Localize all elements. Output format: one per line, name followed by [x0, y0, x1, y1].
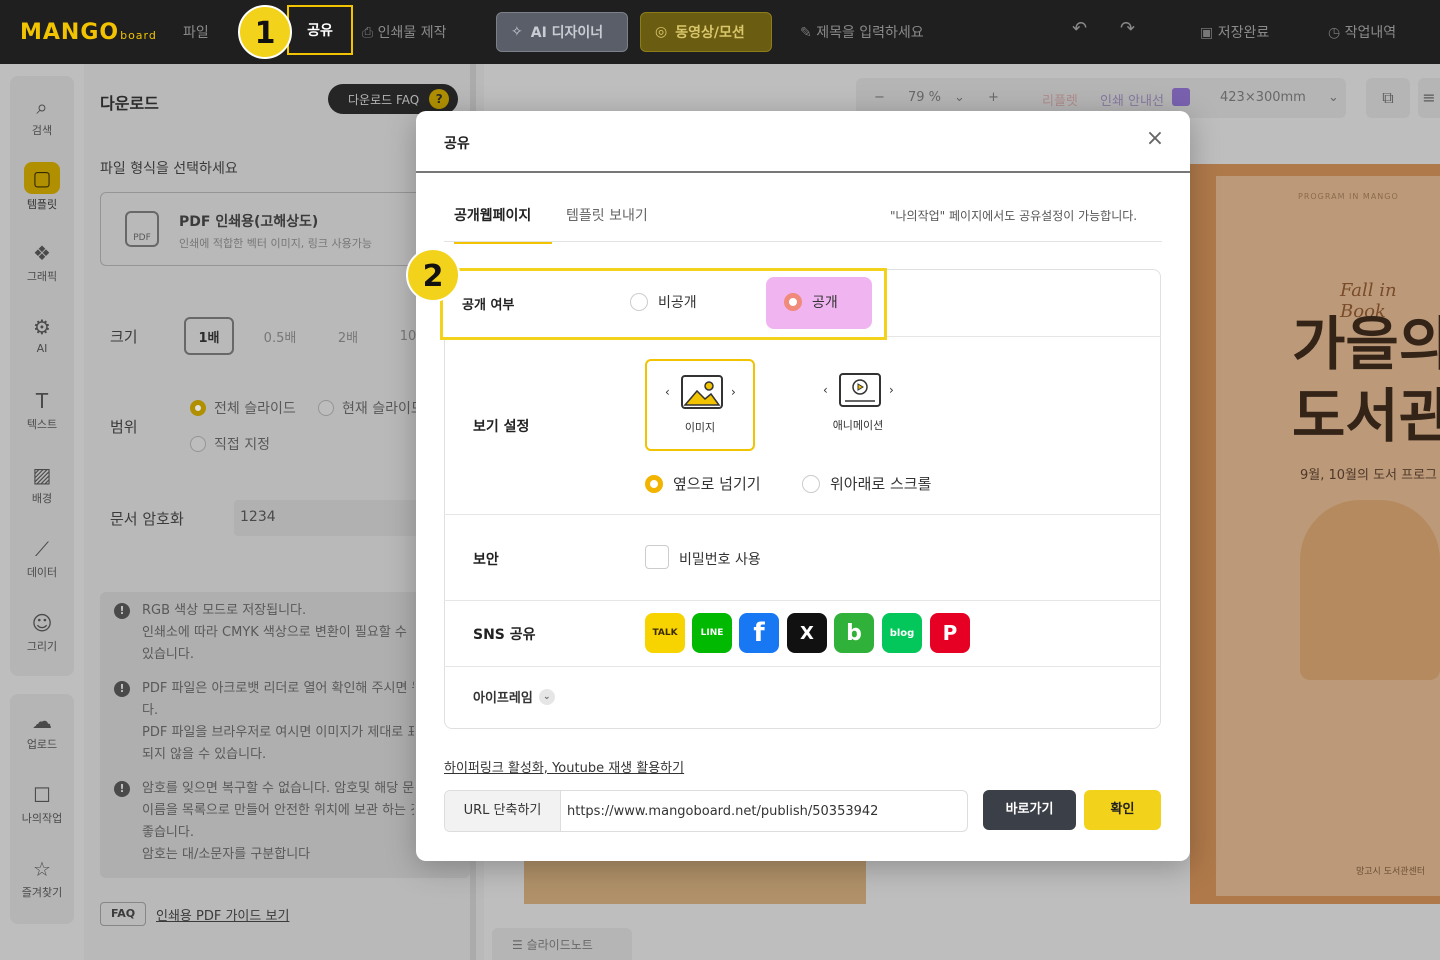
share-setting-note: "나의작업" 페이지에서도 공유설정이 가능합니다.: [890, 209, 1138, 223]
view-image-label: 이미지: [684, 421, 716, 434]
visibility-private-radio[interactable]: 비공개: [630, 292, 697, 312]
undo-icon[interactable]: ↶: [1072, 18, 1087, 39]
row-divider: [444, 600, 1161, 601]
password-checkbox[interactable]: [645, 545, 669, 569]
video-icon: ◎: [655, 24, 668, 40]
url-shorten-button[interactable]: URL 단축하기: [445, 791, 561, 831]
visibility-label: 공개 여부: [462, 298, 515, 313]
chevron-left-icon: ‹: [665, 385, 670, 399]
modal-header: 공유 ×: [416, 111, 1190, 173]
go-button[interactable]: 바로가기: [983, 790, 1076, 830]
security-label: 보안: [473, 552, 499, 568]
save-icon: ▣: [1200, 25, 1214, 41]
close-icon[interactable]: ×: [1144, 128, 1166, 151]
facebook-share-icon[interactable]: f: [739, 613, 779, 653]
printer-icon: ⎙: [362, 25, 374, 41]
share-url-input[interactable]: [567, 791, 963, 831]
password-option-label: 비밀번호 사용: [679, 552, 761, 568]
ai-designer-button[interactable]: ✧ AI 디자이너: [496, 12, 628, 52]
menu-file[interactable]: 파일: [183, 22, 209, 42]
confirm-button[interactable]: 확인: [1084, 790, 1161, 830]
visibility-public-radio[interactable]: 공개: [784, 292, 838, 312]
tab-public-webpage[interactable]: 공개웹페이지: [454, 205, 552, 244]
scroll-horizontal-radio[interactable]: 옆으로 넘기기: [645, 473, 761, 494]
view-image-card[interactable]: ‹ › 이미지: [645, 359, 755, 451]
menu-share[interactable]: 공유: [287, 5, 353, 55]
play-icon: [839, 373, 881, 407]
scroll-vertical-radio[interactable]: 위아래로 스크롤: [802, 473, 931, 494]
line-share-icon[interactable]: LINE: [692, 613, 732, 653]
view-animation-label: 애니메이션: [832, 419, 884, 432]
view-settings-label: 보기 설정: [473, 419, 530, 435]
pinterest-share-icon[interactable]: P: [930, 613, 970, 653]
save-status[interactable]: ▣ 저장완료: [1200, 22, 1269, 42]
chevron-down-icon: ⌄: [538, 688, 555, 705]
step-badge-2: 2: [406, 248, 460, 302]
row-divider: [444, 514, 1161, 515]
top-bar: MANGOboard 파일 공유 ⎙ 인쇄물 제작 ✧ AI 디자이너 ◎ 동영상/…: [0, 0, 1440, 64]
blog-share-icon[interactable]: blog: [882, 613, 922, 653]
sparkle-icon: ✧: [511, 24, 523, 40]
video-motion-button[interactable]: ◎ 동영상/모션: [640, 12, 772, 52]
iframe-toggle[interactable]: 아이프레임 ⌄: [473, 687, 555, 706]
tab-send-template[interactable]: 템플릿 보내기: [566, 205, 648, 225]
redo-icon[interactable]: ↷: [1120, 18, 1135, 39]
chevron-right-icon: ›: [889, 383, 894, 397]
image-icon: [681, 375, 723, 409]
mangoboard-logo[interactable]: MANGOboard: [20, 20, 157, 45]
hyperlink-youtube-link[interactable]: 하이퍼링크 활성화, Youtube 재생 활용하기: [444, 757, 684, 776]
tab-divider: [444, 241, 1162, 242]
history-button[interactable]: ◷ 작업내역: [1328, 22, 1396, 42]
edit-icon: ✎: [800, 25, 812, 41]
document-title-input[interactable]: ✎ 제목을 입력하세요: [800, 22, 924, 42]
menu-print[interactable]: ⎙ 인쇄물 제작: [362, 22, 447, 42]
clock-icon: ◷: [1328, 25, 1341, 41]
x-share-icon[interactable]: X: [787, 613, 827, 653]
step-badge-1: 1: [238, 5, 292, 59]
band-share-icon[interactable]: b: [834, 613, 874, 653]
url-field: URL 단축하기: [444, 790, 968, 832]
modal-title: 공유: [444, 136, 470, 152]
sns-label: SNS 공유: [473, 627, 536, 643]
kakaotalk-share-icon[interactable]: TALK: [645, 613, 685, 653]
row-divider: [444, 666, 1161, 667]
chevron-right-icon: ›: [731, 385, 736, 399]
view-animation-card[interactable]: ‹ › 애니메이션: [805, 359, 915, 451]
chevron-left-icon: ‹: [823, 383, 828, 397]
